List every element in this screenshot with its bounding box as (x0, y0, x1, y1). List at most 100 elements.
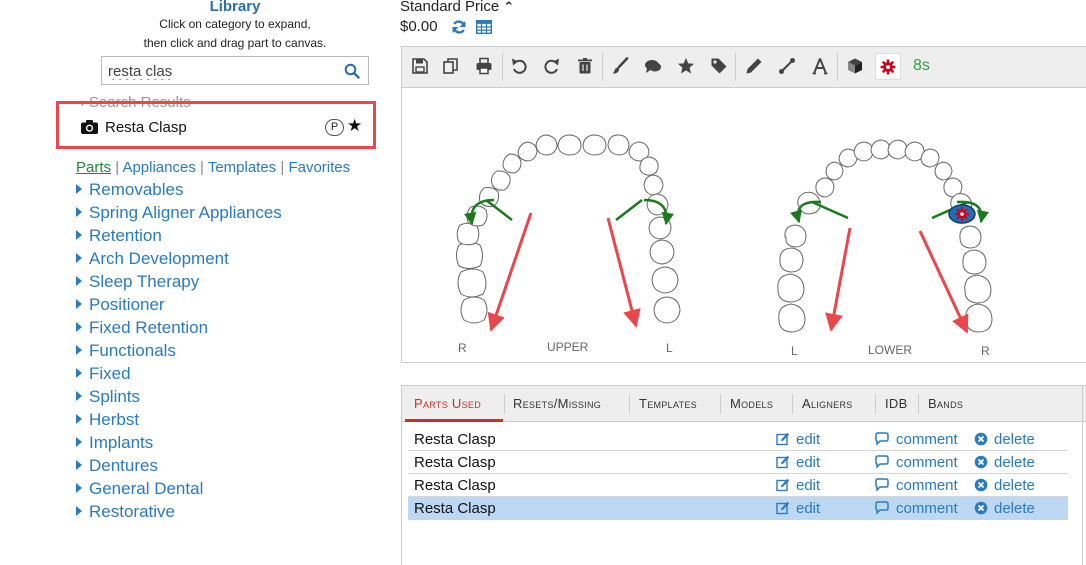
category-item[interactable]: Splints (76, 387, 282, 410)
delete-link[interactable]: delete (974, 454, 1035, 471)
library-panel: Library Click on category to expand, the… (0, 0, 395, 565)
comment-link[interactable]: comment (874, 454, 958, 471)
edit-link[interactable]: edit (776, 500, 820, 517)
expand-caret-icon (76, 483, 82, 493)
trash-icon[interactable] (576, 57, 594, 75)
upper-arch-label: UPPER (547, 340, 589, 354)
design-canvas[interactable]: R UPPER L L LOWER R (401, 87, 1086, 363)
link-appliances[interactable]: Appliances (122, 159, 195, 176)
category-item[interactable]: Arch Development (76, 249, 282, 272)
part-name: Resta Clasp (414, 477, 496, 494)
category-item[interactable]: Dentures (76, 456, 282, 479)
line-tool-icon[interactable] (778, 57, 796, 75)
category-item[interactable]: Removables (76, 180, 282, 203)
tab-parts-used[interactable]: Parts Used (414, 396, 481, 411)
table-row-selected[interactable]: Resta Clasp edit comment delete (408, 497, 1068, 520)
pricing-badge[interactable]: P (325, 119, 344, 136)
search-input[interactable] (108, 61, 333, 81)
category-item[interactable]: Fixed Retention (76, 318, 282, 341)
star-icon[interactable] (677, 57, 695, 75)
category-item[interactable]: Fixed (76, 364, 282, 387)
comment-link[interactable]: comment (874, 500, 958, 517)
category-item[interactable]: Restorative (76, 502, 282, 525)
category-item[interactable]: Implants (76, 433, 282, 456)
tab-idb[interactable]: IDB (885, 396, 908, 411)
category-item[interactable]: Spring Aligner Appliances (76, 203, 282, 226)
edit-icon (776, 501, 790, 515)
toolbar-divider (837, 53, 838, 81)
refresh-icon[interactable] (451, 19, 467, 35)
redo-icon[interactable] (543, 57, 561, 75)
delete-link[interactable]: delete (974, 477, 1035, 494)
active-tab-indicator (405, 419, 503, 422)
favorite-star-icon[interactable]: ★ (347, 116, 362, 136)
link-favorites[interactable]: Favorites (288, 159, 350, 176)
edit-link[interactable]: edit (776, 454, 820, 471)
toolbar-divider (735, 53, 736, 81)
category-item[interactable]: Functionals (76, 341, 282, 364)
price-toggle[interactable]: Standard Price ⌃ (400, 0, 514, 15)
expand-caret-icon (76, 391, 82, 401)
tab-aligners[interactable]: Aligners (802, 396, 853, 411)
tab-models[interactable]: Models (730, 396, 773, 411)
comment-link[interactable]: comment (874, 431, 958, 448)
category-item[interactable]: Herbst (76, 410, 282, 433)
parts-panel: Parts Used Resets/Missing Templates Mode… (401, 385, 1086, 565)
price-label: Standard Price (400, 0, 500, 15)
upper-right-side-label: R (458, 341, 467, 355)
tag-icon[interactable] (710, 57, 728, 75)
expand-caret-icon (76, 276, 82, 286)
selected-part-marker[interactable] (948, 204, 976, 224)
table-row[interactable]: Resta Clasp edit comment delete (408, 451, 1068, 474)
delete-link[interactable]: delete (974, 431, 1035, 448)
settings-button[interactable] (875, 53, 901, 80)
edit-icon (776, 432, 790, 446)
copy-icon[interactable] (442, 57, 460, 75)
tab-resets-missing[interactable]: Resets/Missing (513, 396, 601, 411)
category-item[interactable]: Sleep Therapy (76, 272, 282, 295)
pencil-icon[interactable] (745, 57, 763, 75)
tab-bands[interactable]: Bands (928, 396, 963, 411)
expand-caret-icon (76, 460, 82, 470)
category-item[interactable]: Retention (76, 226, 282, 249)
expand-caret-icon (76, 506, 82, 516)
camera-icon[interactable] (81, 120, 98, 134)
part-name: Resta Clasp (414, 500, 496, 517)
lower-arch[interactable] (777, 139, 993, 333)
search-result-item[interactable]: Resta Clasp P ★ (81, 116, 366, 138)
red-arrow (487, 212, 533, 332)
delete-link[interactable]: delete (974, 500, 1035, 517)
category-links: Parts | Appliances | Templates | Favorit… (76, 159, 350, 176)
link-templates[interactable]: Templates (208, 159, 276, 176)
brush-icon[interactable] (611, 57, 629, 75)
edit-link[interactable]: edit (776, 477, 820, 494)
comments-icon[interactable] (644, 57, 662, 75)
print-icon[interactable] (475, 57, 493, 75)
red-arrow (825, 227, 852, 332)
category-item[interactable]: General Dental (76, 479, 282, 502)
cube-icon[interactable] (846, 57, 864, 75)
link-parts[interactable]: Parts (76, 159, 111, 176)
save-icon[interactable] (411, 57, 429, 75)
undo-icon[interactable] (510, 57, 528, 75)
gear-icon (880, 59, 896, 75)
search-result-label: Resta Clasp (105, 119, 187, 136)
table-icon[interactable] (476, 20, 492, 34)
tab-templates[interactable]: Templates (639, 396, 697, 411)
upper-arch[interactable] (456, 134, 681, 324)
comment-icon (875, 455, 889, 469)
upper-clasps[interactable] (463, 198, 675, 226)
search-icon[interactable] (344, 63, 360, 79)
expand-caret-icon (76, 253, 82, 263)
category-item[interactable]: Positioner (76, 295, 282, 318)
search-box (101, 56, 369, 85)
comment-icon (875, 501, 889, 515)
canvas-toolbar: 8s (401, 46, 1086, 87)
table-row[interactable]: Resta Clasp edit comment delete (408, 428, 1068, 451)
edit-link[interactable]: edit (776, 431, 820, 448)
comment-link[interactable]: comment (874, 477, 958, 494)
text-tool-icon[interactable] (811, 57, 829, 75)
table-row[interactable]: Resta Clasp edit comment delete (408, 474, 1068, 497)
dental-arches: R UPPER L L LOWER R (456, 134, 993, 358)
expand-caret-icon (76, 230, 82, 240)
